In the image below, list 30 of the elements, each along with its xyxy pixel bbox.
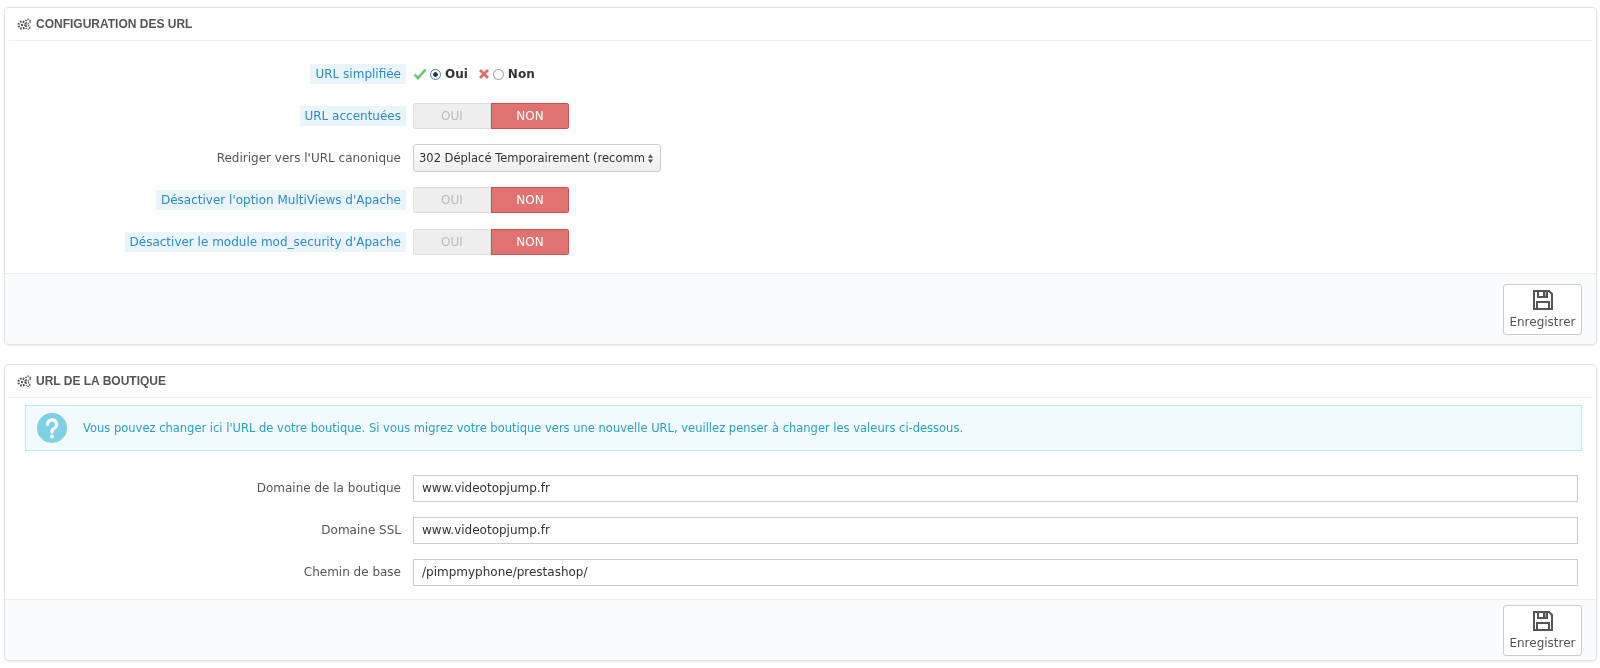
- field-label: URL accentuées: [299, 106, 406, 126]
- floppy-icon: [1531, 610, 1554, 632]
- field-label: Chemin de base: [302, 564, 402, 581]
- gears-icon: [17, 18, 31, 30]
- check-icon: [413, 68, 427, 80]
- panel-title: URL DE LA BOUTIQUE: [36, 374, 166, 388]
- field-label: URL simplifiée: [310, 64, 406, 84]
- toggle-option[interactable]: NON: [491, 187, 569, 213]
- alert-text: Vous pouvez changer ici l'URL de votre boutique. Si vous migrez votre boutique vers une nouvelle URL, veuillez penser à changer les valeurs ci-dessous.: [83, 421, 964, 435]
- text-input[interactable]: www.videotopjump.fr: [413, 474, 1578, 502]
- gears-icon: [17, 375, 31, 387]
- field-label: Domaine SSL: [320, 522, 402, 539]
- save-button[interactable]: Enregistrer: [1503, 604, 1582, 656]
- toggle-option[interactable]: NON: [491, 229, 569, 255]
- updown-icon: [647, 152, 654, 164]
- cross-icon: [477, 68, 490, 80]
- floppy-icon: [1531, 289, 1554, 311]
- radio-option[interactable]: Non: [477, 67, 535, 81]
- toggle-option[interactable]: NON: [491, 103, 569, 129]
- field-label: Rediriger vers l'URL canonique: [215, 150, 402, 167]
- text-input[interactable]: /pimpmyphone/prestashop/: [413, 558, 1578, 586]
- field-label: Domaine de la boutique: [255, 480, 402, 497]
- field-label: Désactiver le module mod_security d'Apache: [124, 232, 406, 252]
- select-dropdown[interactable]: 302 Déplacé Temporairement (recomm: [413, 144, 661, 172]
- help-icon: [37, 413, 67, 443]
- field-label: Désactiver l'option MultiViews d'Apache: [155, 190, 406, 210]
- panel-title: CONFIGURATION DES URL: [36, 17, 193, 31]
- text-input[interactable]: www.videotopjump.fr: [413, 516, 1578, 544]
- save-button[interactable]: Enregistrer: [1503, 283, 1582, 335]
- radio-option[interactable]: Oui: [413, 67, 468, 81]
